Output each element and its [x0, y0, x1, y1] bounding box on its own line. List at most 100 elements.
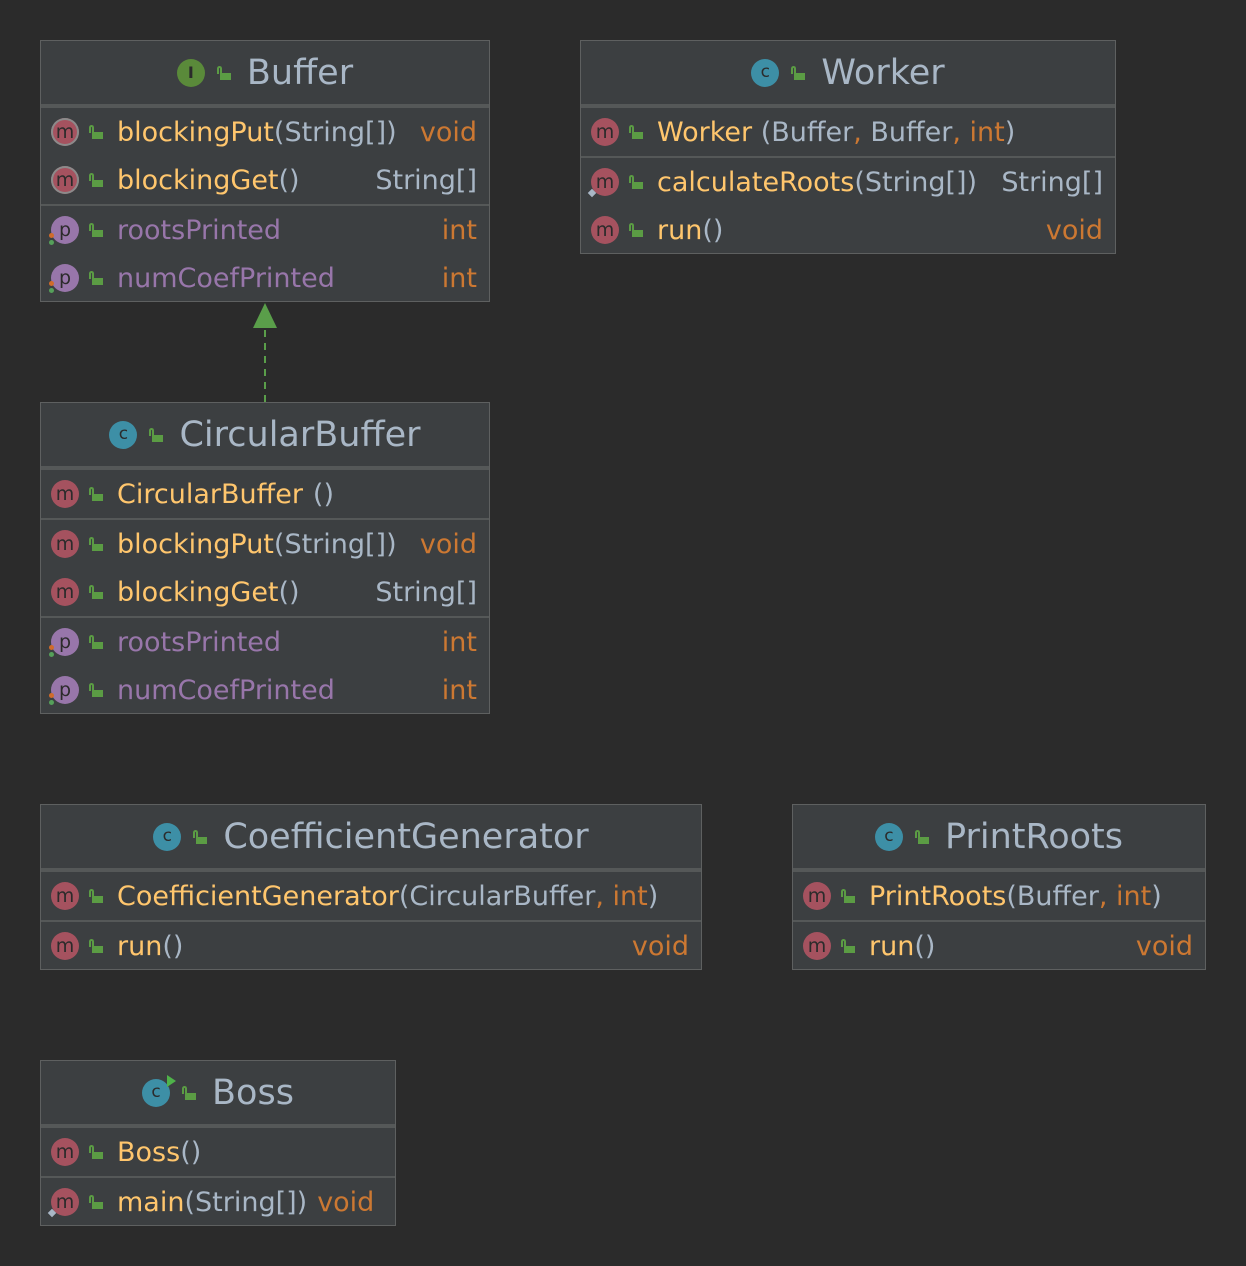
public-lock-icon: [89, 939, 103, 953]
public-lock-icon: [914, 829, 929, 844]
public-lock-icon: [89, 889, 103, 903]
method-params: (String[]): [273, 528, 397, 560]
class-title: CoefficientGenerator: [223, 816, 589, 857]
method-icon: m: [803, 932, 831, 960]
method-row[interactable]: m run () void: [793, 922, 1205, 970]
property-row[interactable]: p numCoefPrinted int: [41, 254, 489, 302]
method-icon: m: [591, 118, 619, 146]
implements-arrowhead: [253, 303, 277, 328]
property-name: numCoefPrinted: [117, 674, 335, 706]
return-type: String[]: [1001, 166, 1103, 198]
method-icon: m: [51, 1138, 79, 1166]
property-name: rootsPrinted: [117, 214, 282, 246]
method-row[interactable]: m blockingGet () String[]: [41, 156, 489, 204]
class-icon: c: [874, 822, 903, 851]
return-type: void: [419, 116, 477, 148]
method-icon: m: [803, 882, 831, 910]
constructor-row[interactable]: m Boss (): [41, 1128, 395, 1176]
constructors-section: m Worker (Buffer, Buffer, int): [581, 106, 1115, 156]
public-lock-icon: [89, 585, 103, 599]
method-row[interactable]: m run () void: [41, 922, 701, 970]
class-boss[interactable]: c Boss m Boss () m main (String[]) void: [40, 1060, 396, 1226]
method-name: run: [657, 214, 703, 246]
abstract-method-icon: m: [51, 118, 79, 146]
method-name: calculateRoots: [657, 166, 855, 198]
runnable-class-icon: c: [142, 1074, 177, 1107]
constructor-params: (Buffer, Buffer, int): [760, 116, 1016, 148]
interface-icon: I: [176, 58, 205, 87]
property-row[interactable]: p rootsPrinted int: [41, 206, 489, 254]
methods-section: m blockingPut (String[]) void m blocking…: [41, 518, 489, 616]
public-lock-icon: [193, 829, 208, 844]
class-print-roots[interactable]: c PrintRoots m PrintRoots (Buffer, int) …: [792, 804, 1206, 970]
method-row[interactable]: m run () void: [581, 206, 1115, 254]
method-row[interactable]: m calculateRoots (String[]) String[]: [581, 158, 1115, 206]
method-name: run: [869, 930, 915, 962]
method-params: (): [278, 164, 300, 196]
class-circular-buffer[interactable]: c CircularBuffer m CircularBuffer () m b…: [40, 402, 490, 714]
static-method-icon: m: [587, 168, 619, 198]
constructor-params: (Buffer, int): [1006, 880, 1162, 912]
return-type: String[]: [375, 576, 477, 608]
constructor-row[interactable]: m CoefficientGenerator (CircularBuffer, …: [41, 872, 701, 920]
class-icon: c: [153, 822, 182, 851]
class-title: CircularBuffer: [179, 414, 421, 455]
method-name: run: [117, 930, 163, 962]
property-type: int: [441, 674, 477, 706]
public-lock-icon: [182, 1085, 197, 1100]
return-type: void: [631, 930, 689, 962]
method-icon: m: [51, 932, 79, 960]
property-type: int: [441, 262, 477, 294]
abstract-method-icon: m: [51, 166, 79, 194]
class-icon: c: [751, 58, 780, 87]
constructors-section: m CircularBuffer (): [41, 468, 489, 518]
property-row[interactable]: p rootsPrinted int: [41, 618, 489, 666]
constructor-params: (CircularBuffer, int): [398, 880, 659, 912]
method-params: (): [278, 576, 300, 608]
methods-section: m run () void: [793, 920, 1205, 970]
method-name: blockingPut: [117, 528, 274, 560]
method-row[interactable]: m main (String[]) void: [41, 1178, 395, 1226]
method-icon: m: [51, 882, 79, 910]
return-type: void: [1135, 930, 1193, 962]
public-lock-icon: [89, 683, 103, 697]
method-row[interactable]: m blockingPut (String[]) void: [41, 108, 489, 156]
method-name: blockingPut: [117, 116, 274, 148]
method-name: blockingGet: [117, 164, 279, 196]
class-buffer[interactable]: I Buffer m blockingPut (String[]) void m…: [40, 40, 490, 302]
method-name: blockingGet: [117, 576, 279, 608]
class-header: c Boss: [41, 1061, 395, 1126]
property-row[interactable]: p numCoefPrinted int: [41, 666, 489, 714]
public-lock-icon: [89, 635, 103, 649]
property-name: rootsPrinted: [117, 626, 282, 658]
class-header: I Buffer: [41, 41, 489, 106]
method-params: (String[]): [273, 116, 397, 148]
constructor-row[interactable]: m PrintRoots (Buffer, int): [793, 872, 1205, 920]
method-params: (String[]): [854, 166, 978, 198]
constructor-name: Boss: [117, 1136, 181, 1168]
constructor-row[interactable]: m Worker (Buffer, Buffer, int): [581, 108, 1115, 156]
public-lock-icon: [841, 939, 855, 953]
constructor-row[interactable]: m CircularBuffer (): [41, 470, 489, 518]
method-icon: m: [51, 578, 79, 606]
property-icon: p: [49, 628, 79, 657]
public-lock-icon: [841, 889, 855, 903]
public-lock-icon: [89, 537, 103, 551]
class-header: c CircularBuffer: [41, 403, 489, 468]
constructor-params: (): [312, 478, 334, 510]
method-row[interactable]: m blockingPut (String[]) void: [41, 520, 489, 568]
return-type: void: [317, 1186, 375, 1218]
class-header: c PrintRoots: [793, 805, 1205, 870]
constructors-section: m Boss (): [41, 1126, 395, 1176]
public-lock-icon: [89, 125, 103, 139]
public-lock-icon: [89, 1195, 103, 1209]
class-coefficient-generator[interactable]: c CoefficientGenerator m CoefficientGene…: [40, 804, 702, 970]
class-title: Boss: [212, 1072, 294, 1113]
constructors-section: m CoefficientGenerator (CircularBuffer, …: [41, 870, 701, 920]
methods-section: m main (String[]) void: [41, 1176, 395, 1226]
class-worker[interactable]: c Worker m Worker (Buffer, Buffer, int) …: [580, 40, 1116, 254]
method-row[interactable]: m blockingGet () String[]: [41, 568, 489, 616]
return-type: void: [419, 528, 477, 560]
return-type: void: [1045, 214, 1103, 246]
constructor-name: CircularBuffer: [117, 478, 303, 510]
